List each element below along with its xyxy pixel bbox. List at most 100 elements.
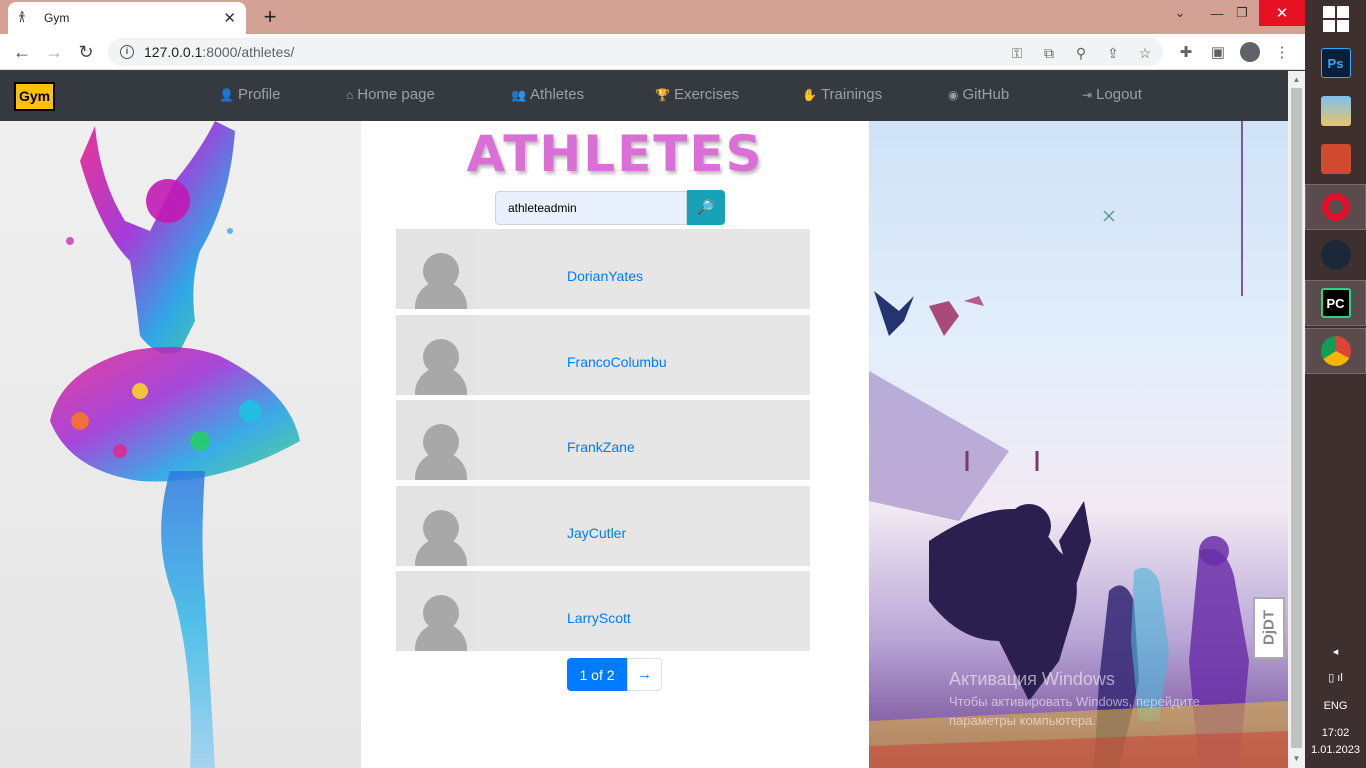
athlete-link[interactable]: LarryScott xyxy=(567,610,631,626)
nav-athletes[interactable]: 👥 Athletes xyxy=(511,86,584,103)
web-page: Gym 👤 Profile ⌂ Home page 👥 Athletes 🏆 E… xyxy=(0,71,1288,768)
search-button[interactable]: 🔎 xyxy=(687,190,725,225)
ballerina-artwork xyxy=(0,121,361,768)
reload-icon[interactable]: ↻ xyxy=(74,40,98,64)
key-icon[interactable]: ⚿ xyxy=(1008,44,1026,62)
hand-icon: ✋ xyxy=(802,87,817,102)
address-bar[interactable]: i 127.0.0.1:8000/athletes/ ⚿ ⧉ ⚲ ⇪ ☆ xyxy=(108,38,1163,66)
gym-favicon-icon: 𐀪 xyxy=(18,10,26,25)
forward-arrow-icon[interactable]: → xyxy=(42,40,66,64)
window-close-button[interactable]: ✕ xyxy=(1259,0,1305,26)
pagination: 1 of 2 → xyxy=(567,658,662,691)
nav-github[interactable]: ◉ GitHub xyxy=(948,86,1009,103)
nav-exercises[interactable]: 🏆 Exercises xyxy=(655,86,739,103)
tray-expand-icon[interactable]: ◂ xyxy=(1305,645,1366,658)
battery-network-icon[interactable]: ▯ ıl xyxy=(1305,671,1366,684)
side-panel-icon[interactable]: ▣ xyxy=(1208,42,1228,62)
athlete-link[interactable]: JayCutler xyxy=(567,525,626,541)
pycharm-icon: PC xyxy=(1320,288,1351,318)
search-icon: 🔎 xyxy=(697,199,715,215)
site-info-icon[interactable]: i xyxy=(120,45,134,59)
scrollbar-thumb[interactable] xyxy=(1291,88,1302,748)
clock-date[interactable]: 1.01.2023 xyxy=(1305,744,1366,756)
clock-time[interactable]: 17:02 xyxy=(1305,727,1366,739)
athlete-link[interactable]: DorianYates xyxy=(567,268,643,284)
github-icon: ◉ xyxy=(948,87,959,102)
taskbar-pycharm[interactable]: PC xyxy=(1305,280,1366,326)
nav-label: Trainings xyxy=(820,86,883,103)
bookmark-star-icon[interactable]: ☆ xyxy=(1136,44,1154,62)
trophy-icon: 🏆 xyxy=(655,87,670,102)
scroll-up-arrow-icon[interactable]: ▲ xyxy=(1288,73,1305,87)
site-navbar: Gym 👤 Profile ⌂ Home page 👥 Athletes 🏆 E… xyxy=(0,71,1288,121)
menu-kebab-icon[interactable]: ⋮ xyxy=(1272,42,1292,62)
logout-icon: ⇥ xyxy=(1082,87,1093,102)
tab-close-icon[interactable]: ✕ xyxy=(223,9,236,27)
nav-label: Athletes xyxy=(529,86,585,103)
athlete-link[interactable]: FrancoColumbu xyxy=(567,354,667,370)
home-icon: ⌂ xyxy=(346,87,354,102)
nav-profile[interactable]: 👤 Profile xyxy=(219,86,280,103)
page-title: ATHLETES xyxy=(466,125,764,183)
profile-avatar-icon[interactable] xyxy=(1240,42,1260,62)
taskbar-opera[interactable] xyxy=(1305,184,1366,230)
taskbar-photoshop[interactable]: Ps xyxy=(1305,40,1366,86)
django-debug-toolbar-handle[interactable]: DjDT xyxy=(1253,597,1285,659)
office-powerpoint-icon xyxy=(1320,144,1351,174)
photoshop-icon: Ps xyxy=(1320,48,1351,78)
athletes-list: DorianYates FrancoColumbu FrankZane JayC… xyxy=(396,229,810,657)
next-page-button[interactable]: → xyxy=(627,658,662,691)
url-path: :8000/athletes/ xyxy=(202,44,295,60)
taskbar-chrome[interactable] xyxy=(1305,328,1366,374)
nav-label: Home page xyxy=(357,86,435,103)
extensions-puzzle-icon[interactable]: ✚ xyxy=(1176,42,1196,62)
ballerina-image xyxy=(50,121,300,768)
nav-label: GitHub xyxy=(962,86,1010,103)
runners-artwork: Активация Windows Чтобы активировать Win… xyxy=(869,121,1288,768)
taskbar-office[interactable] xyxy=(1305,136,1366,182)
athlete-link[interactable]: FrankZane xyxy=(567,439,635,455)
list-item: LarryScott xyxy=(396,571,810,651)
chrome-icon xyxy=(1320,336,1351,366)
tab-title: Gym xyxy=(44,11,70,25)
windows-start-icon[interactable] xyxy=(1323,6,1349,32)
brand-logo[interactable]: Gym xyxy=(14,82,55,111)
taskbar-photos[interactable] xyxy=(1305,88,1366,134)
maximize-button[interactable]: ❐ xyxy=(1226,0,1258,26)
photos-app-icon xyxy=(1320,96,1351,126)
share-icon[interactable]: ⇪ xyxy=(1104,44,1122,62)
tab-search-chevron-icon[interactable]: ⌄ xyxy=(1164,0,1196,26)
list-item: JayCutler xyxy=(396,485,810,566)
zoom-icon[interactable]: ⚲ xyxy=(1072,44,1090,62)
users-icon: 👥 xyxy=(511,87,526,102)
url-host: 127.0.0.1 xyxy=(144,44,203,60)
url-text[interactable]: 127.0.0.1:8000/athletes/ xyxy=(144,44,294,60)
user-icon: 👤 xyxy=(219,87,234,102)
nav-home-page[interactable]: ⌂ Home page xyxy=(346,86,435,103)
nav-trainings[interactable]: ✋ Trainings xyxy=(802,86,882,103)
translate-icon[interactable]: ⧉ xyxy=(1040,44,1058,62)
nav-label: Logout xyxy=(1096,86,1142,103)
scroll-down-arrow-icon[interactable]: ▼ xyxy=(1288,752,1305,766)
list-item: FrancoColumbu xyxy=(396,314,810,395)
nav-label: Exercises xyxy=(673,86,739,103)
language-indicator[interactable]: ENG xyxy=(1305,700,1366,712)
nav-label: Profile xyxy=(237,86,281,103)
page-scrollbar[interactable]: ▲ ▼ xyxy=(1288,71,1305,768)
current-page-indicator: 1 of 2 xyxy=(567,658,627,691)
opera-icon xyxy=(1321,192,1351,222)
avatar-placeholder-icon xyxy=(396,485,476,566)
athletes-panel: ATHLETES 🔎 DorianYates FrancoColumbu Fra… xyxy=(361,121,869,768)
avatar-placeholder-icon xyxy=(396,229,476,309)
list-item: FrankZane xyxy=(396,400,810,480)
search-input[interactable] xyxy=(495,191,687,225)
avatar-placeholder-icon xyxy=(396,314,476,395)
new-tab-button[interactable]: + xyxy=(258,4,282,30)
back-arrow-icon[interactable]: ← xyxy=(10,40,34,64)
activation-text-line2: параметры компьютера. xyxy=(949,713,1096,728)
steam-icon xyxy=(1320,240,1351,270)
browser-tab[interactable]: 𐀪 Gym ✕ xyxy=(8,2,246,34)
activation-text-line1: Чтобы активировать Windows, перейдите xyxy=(949,694,1200,709)
taskbar-steam[interactable] xyxy=(1305,232,1366,278)
nav-logout[interactable]: ⇥ Logout xyxy=(1082,86,1142,103)
